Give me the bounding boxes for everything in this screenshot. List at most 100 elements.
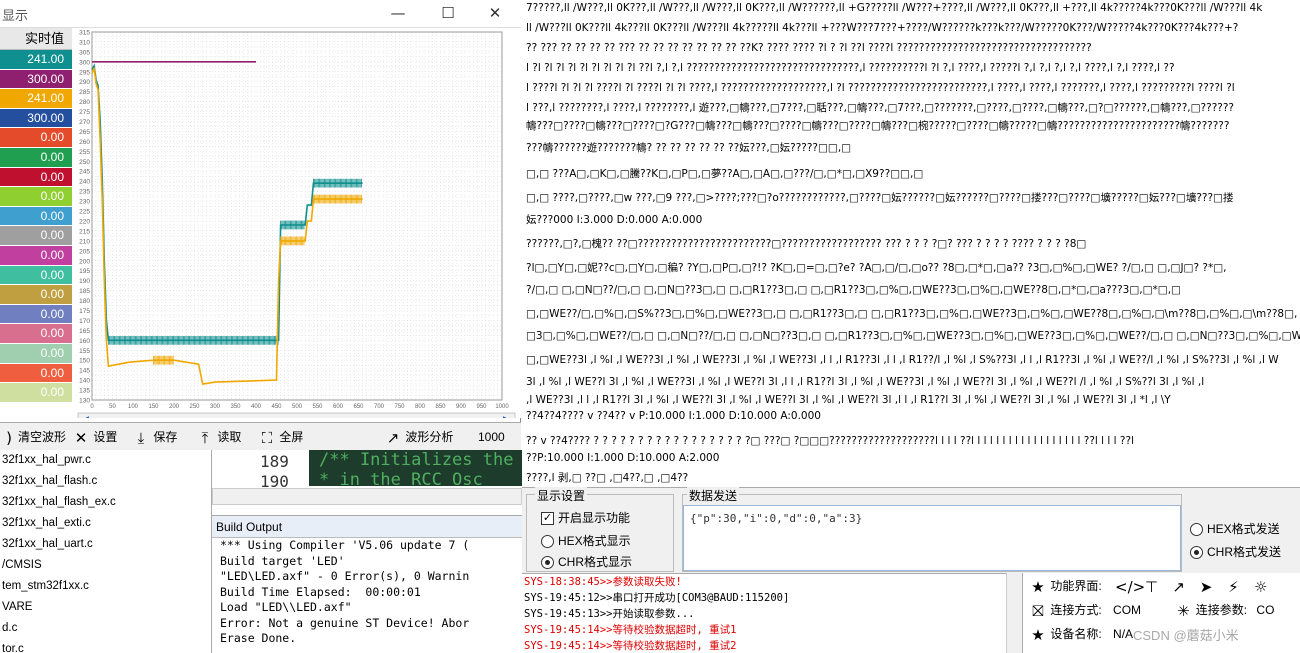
device-name-row: ★ 设备名称: N/A bbox=[1029, 625, 1133, 644]
editor-code-area[interactable]: /** Initializes the * in the RCC Osc bbox=[309, 450, 522, 486]
y-tick-label: 205 bbox=[79, 248, 90, 255]
realtime-value-14: 0.00 bbox=[0, 324, 72, 344]
file-tree-item[interactable]: /CMSIS bbox=[0, 555, 211, 576]
serial-receive-line: ?l□,□Y□,□妮??c□,□Y□,□稨? ?Y□,□P□,□?!? ?K□,… bbox=[526, 262, 1227, 274]
x-tick-label: 50 bbox=[109, 404, 116, 410]
waveform-plot: 130 135 140 145 150 155 160 165 170 175 180 185 190 1… bbox=[72, 28, 521, 418]
radio-selected-icon bbox=[1190, 546, 1203, 560]
y-tick-label: 270 bbox=[79, 119, 90, 126]
read-button[interactable]: ⤒ 读取 bbox=[196, 428, 242, 447]
file-tree-item[interactable]: tor.c bbox=[0, 639, 211, 653]
connection-mode-value: COM bbox=[1113, 603, 1142, 617]
realtime-value-list: 241.00 300.00 241.00 300.00 0.00 0.00 0.00 0.00… bbox=[0, 50, 72, 403]
realtime-value-11: 0.00 bbox=[0, 265, 72, 286]
send-icon[interactable]: ➤ bbox=[1197, 578, 1215, 596]
maximize-icon[interactable]: ☐ bbox=[430, 2, 466, 24]
realtime-value-1: 300.00 bbox=[0, 69, 72, 90]
send-data-input[interactable]: {"p":30,"i":0,"d":0,"a":3} bbox=[683, 505, 1181, 571]
y-tick-label: 210 bbox=[79, 238, 90, 245]
scroll-right-icon: ▶ bbox=[503, 415, 510, 418]
settings-button[interactable]: ✕ 设置 bbox=[72, 428, 118, 446]
x-tick-label: 150 bbox=[148, 404, 159, 410]
star-icon: ★ bbox=[1031, 577, 1045, 596]
radio-icon bbox=[1190, 523, 1203, 537]
plot-horizontal-scrollbar bbox=[77, 412, 516, 418]
serial-receive-line: 3l ,l %l ,l WE??l 3l ,l %l ,l WE??3l ,l … bbox=[526, 376, 1205, 388]
clear-waveform-label: 清空波形 bbox=[18, 430, 67, 444]
serial-receive-line: 妘???000 I:3.000 D:0.000 A:0.000 bbox=[526, 214, 703, 226]
chart-icon: ↗ bbox=[386, 428, 400, 447]
log-scrollbar[interactable] bbox=[1006, 573, 1022, 653]
serial-receive-line: ??P:10.000 I:1.000 D:10.000 A:2.000 bbox=[526, 452, 720, 464]
file-tree-item[interactable]: 32f1xx_hal_flash.c bbox=[0, 471, 211, 492]
realtime-value-12: 0.00 bbox=[0, 285, 72, 305]
serial-receive-area[interactable]: 7?????,ll /W???,ll 0K???,ll /W???,ll /W?… bbox=[522, 0, 1300, 487]
file-tree-item[interactable]: 32f1xx_hal_flash_ex.c bbox=[0, 492, 211, 513]
chart-icon[interactable]: ↗ bbox=[1170, 578, 1188, 596]
serial-receive-line: l ????l ?l ?l ?l ????l ?l ????l ?l ?l ??… bbox=[526, 82, 1235, 94]
file-tree-item[interactable]: VARE bbox=[0, 597, 211, 618]
serial-receive-line: □,□ ???A□,□K□,□騰??K□,□P□,□夢??A□,□A□,□???… bbox=[526, 168, 924, 180]
scroll-left-icon: ◀ bbox=[82, 415, 89, 418]
realtime-value-3: 300.00 bbox=[0, 108, 72, 129]
y-tick-label: 275 bbox=[79, 109, 90, 116]
connection-icon: ⛝ bbox=[1032, 601, 1044, 620]
realtime-value-8: 0.00 bbox=[0, 206, 72, 227]
x-tick-label: 700 bbox=[374, 404, 385, 410]
serial-receive-line: l ???,l ????????,l ????,l ????????,l 遊??… bbox=[526, 102, 1234, 114]
hex-send-label: HEX格式发送 bbox=[1207, 522, 1280, 536]
minimize-icon[interactable]: — bbox=[380, 2, 416, 24]
build-output-line: *** Using Compiler 'V5.06 update 7 ( bbox=[220, 538, 470, 552]
x-tick-label: 750 bbox=[394, 404, 405, 410]
enable-display-checkbox[interactable]: ✓ 开启显示功能 bbox=[541, 509, 630, 526]
file-tree-item[interactable]: 32f1xx_hal_uart.c bbox=[0, 534, 211, 555]
radio-icon bbox=[541, 535, 554, 549]
hex-display-radio[interactable]: HEX格式显示 bbox=[541, 532, 631, 549]
y-tick-label: 185 bbox=[79, 288, 90, 295]
system-log-line: SYS-19:45:14>>等待校验数据超时, 重试2 bbox=[524, 640, 737, 652]
realtime-value-5: 0.00 bbox=[0, 147, 72, 168]
x-tick-label: 1000 bbox=[495, 404, 509, 410]
point-count-field[interactable]: 1000 bbox=[478, 428, 505, 446]
serial-receive-line: ??4??4???? v ??4?? v P:10.000 I:1.000 D:… bbox=[526, 410, 821, 422]
realtime-value-0: 241.00 bbox=[0, 50, 72, 70]
connection-param-label: 连接参数: bbox=[1195, 603, 1248, 617]
hex-send-radio[interactable]: HEX格式发送 bbox=[1190, 520, 1280, 537]
chr-display-radio[interactable]: CHR格式显示 bbox=[541, 553, 632, 570]
y-tick-label: 305 bbox=[79, 49, 90, 56]
chr-send-radio[interactable]: CHR格式发送 bbox=[1190, 543, 1281, 560]
file-tree-item[interactable]: tem_stm32f1xx.c bbox=[0, 576, 211, 597]
y-tick-label: 245 bbox=[79, 169, 90, 176]
waveform-chart: 130 135 140 145 150 155 160 165 170 175 180 185 190 1… bbox=[77, 30, 516, 418]
x-tick-label: 200 bbox=[169, 404, 180, 410]
y-tick-label: 215 bbox=[79, 228, 90, 235]
file-tree-item[interactable]: 32f1xx_hal_exti.c bbox=[0, 513, 211, 534]
hierarchy-icon[interactable]: ⊤ bbox=[1142, 578, 1160, 596]
sun-icon[interactable]: ☼ bbox=[1252, 578, 1270, 596]
code-icon[interactable]: </> bbox=[1115, 578, 1145, 596]
system-log-line: SYS-18:38:45>>参数读取失败! bbox=[524, 576, 682, 588]
file-tree-item[interactable]: 32f1xx_hal_pwr.c bbox=[0, 450, 211, 471]
upload-icon: ⤒ bbox=[201, 428, 209, 447]
function-interface-label: 功能界面: bbox=[1050, 579, 1102, 593]
connection-param-value: CO bbox=[1256, 603, 1275, 617]
fullscreen-button[interactable]: ⛶ 全屏 bbox=[258, 428, 304, 446]
x-tick-label: 250 bbox=[189, 404, 200, 410]
file-tree-item[interactable]: d.c bbox=[0, 618, 211, 639]
build-output-line: Build target 'LED' bbox=[220, 553, 345, 568]
serial-receive-line: ll /W???ll 0K???ll 4k???ll 0K???ll /W???… bbox=[526, 22, 1239, 34]
x-tick-label: 550 bbox=[312, 404, 323, 410]
clear-waveform-button[interactable]: ) 清空波形 bbox=[0, 428, 66, 446]
close-icon[interactable]: ✕ bbox=[477, 2, 513, 24]
editor-horizontal-scrollbar[interactable] bbox=[212, 488, 522, 505]
waveform-analysis-button[interactable]: ↗ 波形分析 bbox=[384, 428, 454, 447]
save-button[interactable]: ⤓ 保存 bbox=[132, 428, 178, 446]
system-log-line: SYS-19:45:13>>开始读取参数... bbox=[524, 608, 695, 620]
y-tick-label: 130 bbox=[79, 398, 90, 405]
y-tick-label: 165 bbox=[79, 328, 90, 335]
code-editor: 189 190 /** Initializes the * in the RCC… bbox=[212, 450, 522, 515]
y-tick-label: 160 bbox=[79, 338, 90, 345]
lightning-icon[interactable]: ⚡ bbox=[1224, 578, 1242, 596]
serial-receive-line: l ?l ?l ?l ?l ?l ?l ?l ?l ?l ??l ?,l ?,l… bbox=[526, 62, 1175, 74]
serial-receive-line: □,□WE??3l ,l %l ,l WE??3l ,l %l ,l WE??3… bbox=[526, 354, 1279, 366]
